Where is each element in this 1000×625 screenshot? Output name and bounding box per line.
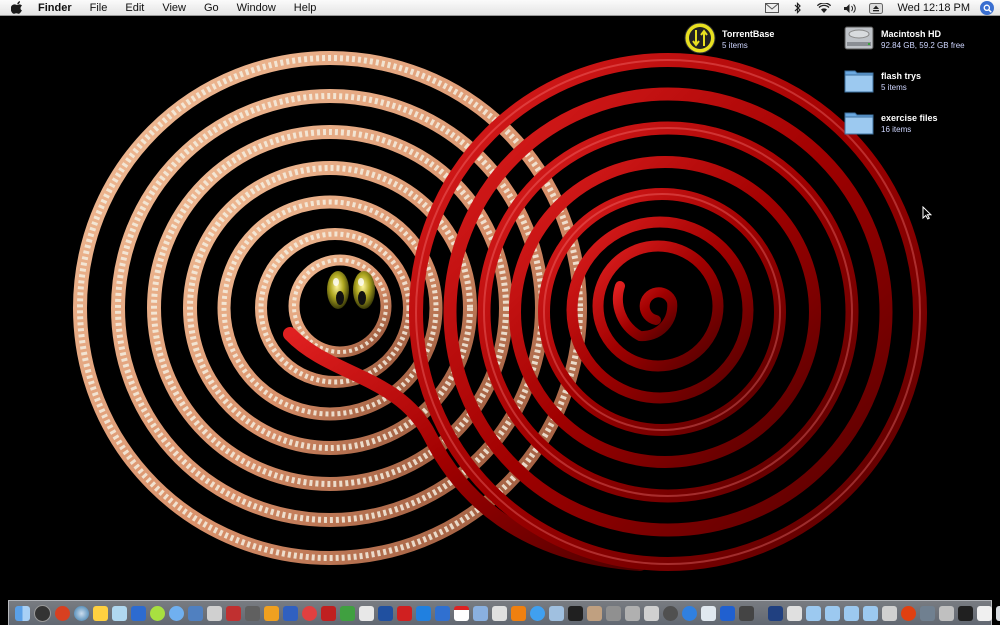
desktop-icon-label: TorrentBase	[722, 29, 775, 39]
desktop-icon-label: Macintosh HD	[881, 29, 942, 39]
dock-app-icon[interactable]	[587, 605, 602, 621]
menu-edit[interactable]: Edit	[116, 0, 153, 16]
mouse-pointer-icon	[922, 206, 932, 220]
dock-app-icon[interactable]	[378, 605, 393, 621]
menu-help[interactable]: Help	[285, 0, 326, 16]
dock-app-icon[interactable]	[787, 605, 802, 621]
dock-flash-icon[interactable]	[397, 605, 412, 621]
torrentbase-icon	[684, 22, 716, 54]
spotlight-search-icon[interactable]	[980, 1, 994, 15]
dock-folder-icon[interactable]	[806, 605, 821, 621]
desktop-icon-info: 92.84 GB, 59.2 GB free	[881, 41, 965, 50]
dock-safari-icon[interactable]	[74, 605, 89, 621]
dock-app-icon[interactable]	[663, 605, 678, 621]
eject-icon[interactable]	[868, 1, 884, 15]
dock-app-icon[interactable]	[644, 605, 659, 621]
menu-view[interactable]: View	[153, 0, 195, 16]
dock-app-icon[interactable]	[112, 605, 127, 621]
dock-app-icon[interactable]	[977, 605, 992, 621]
dock-app-icon[interactable]	[283, 605, 298, 621]
menu-bar: Finder File Edit View Go Window Help Wed…	[0, 0, 1000, 16]
bluetooth-icon[interactable]	[790, 1, 806, 15]
menu-window[interactable]: Window	[228, 0, 285, 16]
dock-app-icon[interactable]	[131, 605, 146, 621]
desktop-icon-info: 16 items	[881, 125, 912, 134]
volume-icon[interactable]	[842, 1, 858, 15]
dock-app-icon[interactable]	[739, 605, 754, 621]
dock-app-icon[interactable]	[720, 605, 735, 621]
dock-app-icon[interactable]	[416, 605, 431, 621]
dock-dashboard-icon[interactable]	[34, 604, 51, 622]
eyes-art	[327, 271, 375, 309]
dock-app-icon[interactable]	[701, 605, 716, 621]
menu-finder[interactable]: Finder	[34, 0, 81, 16]
dock-app-icon[interactable]	[920, 605, 935, 621]
dock-trash-icon[interactable]	[996, 605, 1000, 621]
dock-app-icon[interactable]	[359, 605, 374, 621]
dock-app-icon[interactable]	[188, 605, 203, 621]
desktop-icon-info: 5 items	[881, 83, 907, 92]
dock-app-icon[interactable]	[245, 605, 260, 621]
hard-drive-icon	[843, 22, 875, 54]
dock-calculator-icon[interactable]	[625, 605, 640, 621]
desktop-icon-torrentbase[interactable]: TorrentBase 5 items	[684, 22, 774, 54]
dock-app-icon[interactable]	[901, 605, 916, 621]
dock-app-icon[interactable]	[492, 605, 507, 621]
desktop-icon-label: exercise files	[881, 113, 938, 123]
dock-ichat-icon[interactable]	[169, 605, 184, 621]
dock-app-icon[interactable]	[958, 605, 973, 621]
dock-app-icon[interactable]	[207, 605, 222, 621]
menu-clock[interactable]: Wed 12:18 PM	[889, 2, 978, 14]
dock-app-icon[interactable]	[568, 605, 583, 621]
menu-file[interactable]: File	[81, 0, 117, 16]
desktop-icon-exercise-files[interactable]: exercise files 16 items	[843, 106, 938, 138]
dock-app-icon[interactable]	[606, 605, 621, 621]
desktop-icon-label: flash trys	[881, 71, 922, 81]
dock-app-icon[interactable]	[530, 605, 545, 621]
dock-app-icon[interactable]	[435, 605, 450, 621]
dock	[8, 600, 1000, 625]
dock-app-icon[interactable]	[682, 605, 697, 621]
dock-ical-icon[interactable]	[454, 605, 469, 621]
dock-app-icon[interactable]	[768, 605, 783, 621]
dock-app-icon[interactable]	[549, 605, 564, 621]
dock-app-icon[interactable]	[264, 605, 279, 621]
menu-go[interactable]: Go	[195, 0, 228, 16]
folder-icon	[843, 64, 875, 96]
folder-icon	[843, 106, 875, 138]
dock-app-icon[interactable]	[150, 605, 165, 621]
peach-spiral-art	[73, 51, 587, 565]
mail-icon[interactable]	[764, 1, 780, 15]
desktop-icon-info: 5 items	[722, 41, 748, 50]
dock-folder-icon[interactable]	[825, 605, 840, 621]
dock-app-icon[interactable]	[55, 605, 70, 621]
dock-app-icon[interactable]	[226, 605, 241, 621]
desktop-icon-macintosh-hd[interactable]: Macintosh HD 92.84 GB, 59.2 GB free	[843, 22, 965, 54]
desktop-wallpaper	[73, 51, 927, 571]
dock-finder-icon[interactable]	[15, 605, 30, 621]
dock-app-icon[interactable]	[321, 605, 336, 621]
dock-folder-icon[interactable]	[844, 605, 859, 621]
wifi-icon[interactable]	[816, 1, 832, 15]
desktop-icon-flash-trys[interactable]: flash trys 5 items	[843, 64, 921, 96]
apple-menu-icon[interactable]	[10, 1, 24, 15]
dock-app-icon[interactable]	[473, 605, 488, 621]
dock-app-icon[interactable]	[939, 605, 954, 621]
dock-folder-icon[interactable]	[863, 605, 878, 621]
dock-app-icon[interactable]	[93, 605, 108, 621]
dock-vlc-icon[interactable]	[511, 605, 526, 621]
dock-app-icon[interactable]	[302, 605, 317, 621]
dock-app-icon[interactable]	[882, 605, 897, 621]
dock-app-icon[interactable]	[340, 605, 355, 621]
